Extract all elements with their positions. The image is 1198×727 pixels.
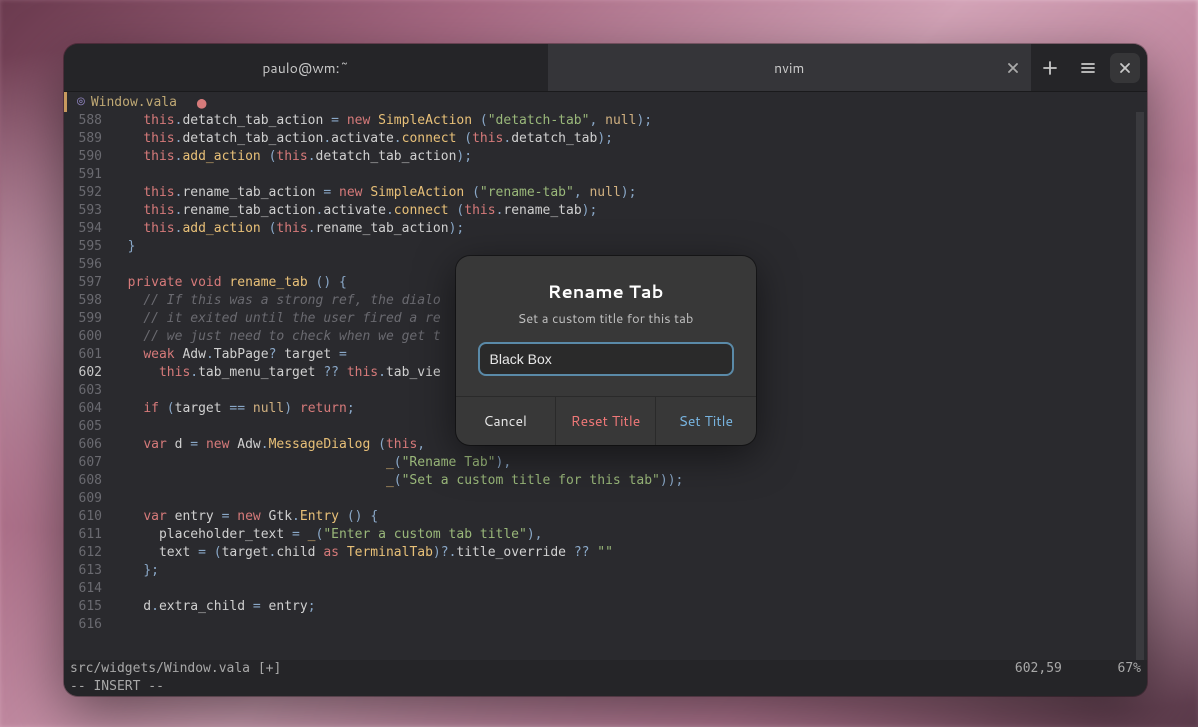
line-gutter: 5885895905915925935945955965975985996006… (64, 112, 112, 660)
close-icon[interactable] (1003, 58, 1023, 78)
rename-tab-dialog: Rename Tab Set a custom title for this t… (456, 256, 756, 445)
buffer-filename: Window.vala (91, 95, 177, 110)
status-percent: 67% (1118, 661, 1141, 676)
scrollbar[interactable] (1136, 112, 1144, 660)
reset-title-button[interactable]: Reset Title (556, 397, 656, 445)
dialog-actions: Cancel Reset Title Set Title (456, 396, 756, 445)
tab-nvim[interactable]: nvim (548, 44, 1032, 91)
terminal-window: paulo@wm:~ nvim ⌾ Window.vala ● 58858959… (64, 44, 1147, 696)
vala-file-icon: ⌾ (77, 95, 85, 110)
window-close-button[interactable] (1110, 53, 1140, 83)
modified-indicator-icon: ● (197, 93, 207, 112)
status-file: src/widgets/Window.vala [+] (70, 660, 281, 678)
status-mode: -- INSERT -- (70, 678, 164, 696)
dialog-subtitle: Set a custom title for this tab (478, 310, 734, 328)
new-tab-button[interactable] (1031, 44, 1069, 91)
statusbar: src/widgets/Window.vala [+] 602,59 67% -… (64, 660, 1147, 696)
buffer-tab[interactable]: ⌾ Window.vala ● (64, 92, 225, 112)
dialog-title: Rename Tab (478, 278, 734, 304)
headerbar: paulo@wm:~ nvim (64, 44, 1147, 92)
tab-shell[interactable]: paulo@wm:~ (64, 44, 548, 91)
menu-button[interactable] (1069, 44, 1107, 91)
tab-title-input[interactable] (478, 342, 734, 376)
tab-label: nvim (774, 58, 804, 78)
status-position: 602,59 (1015, 661, 1062, 676)
buffer-tab-bar: ⌾ Window.vala ● (64, 92, 1147, 112)
cancel-button[interactable]: Cancel (456, 397, 556, 445)
set-title-button[interactable]: Set Title (656, 397, 755, 445)
tab-label: paulo@wm:~ (262, 58, 349, 78)
